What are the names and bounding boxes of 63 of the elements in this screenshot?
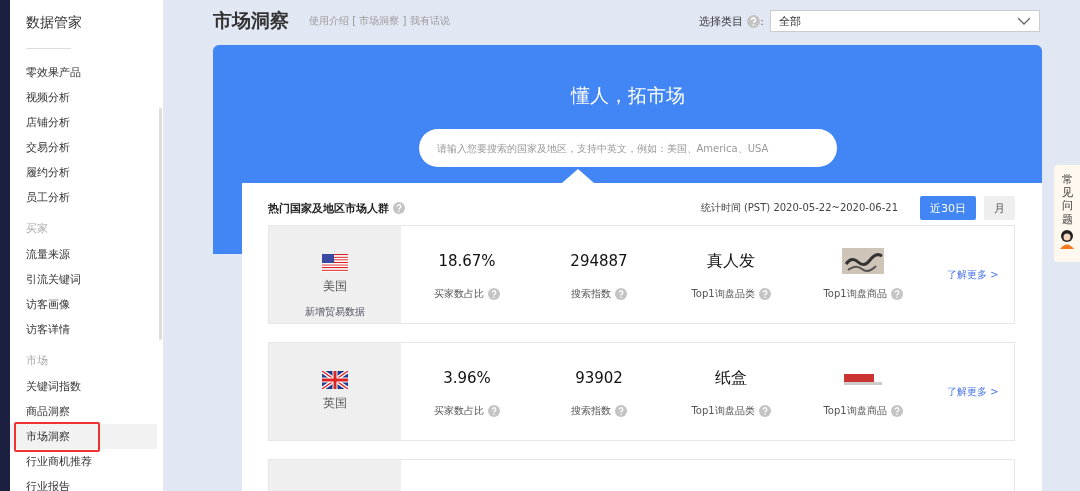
search-field[interactable]: 请输入您要搜索的国家及地区，支持中英文，例如：美国、America、USA <box>418 129 837 167</box>
metric-label: 买家数占比 <box>434 404 484 418</box>
category-value: 真人发 <box>707 250 755 272</box>
sidebar-heading: 市场 <box>25 353 49 369</box>
sidebar-item[interactable]: 行业报告 <box>10 474 157 491</box>
assistant-avatar-icon <box>1058 228 1076 249</box>
colon-text: : <box>760 14 764 28</box>
help-icon[interactable] <box>747 14 761 28</box>
trade-data-link[interactable]: 新增贸易数据 <box>305 305 365 319</box>
help-icon[interactable] <box>758 405 771 417</box>
sidebar-item[interactable]: 视频分析 <box>10 85 157 110</box>
period-text: 统计时间 (PST) 2020-05-22~2020-06-21 <box>700 201 898 215</box>
metric-value: 294887 <box>570 251 628 272</box>
metric-label: Top1询盘品类 <box>691 287 755 301</box>
sidebar-title: 数据管家 <box>25 14 83 32</box>
learn-more-link[interactable]: 了解更多 > <box>947 267 999 282</box>
metric-label: Top1询盘商品 <box>823 404 887 418</box>
sidebar-item[interactable]: 流量来源 <box>10 242 157 267</box>
product-thumbnail[interactable] <box>842 248 884 274</box>
sidebar-item[interactable]: 零效果产品 <box>10 60 157 85</box>
metric-value: 18.67% <box>438 251 496 272</box>
help-icon[interactable] <box>758 288 771 300</box>
sidebar-item[interactable]: 访客详情 <box>10 317 157 342</box>
banner-slogan: 懂人，拓市场 <box>570 83 685 108</box>
page-title: 市场洞察 <box>213 8 289 33</box>
metric-value: 3.96% <box>443 368 491 389</box>
sidebar-item[interactable]: 关键词指数 <box>10 374 157 399</box>
help-icon[interactable] <box>890 405 903 417</box>
metric-label: Top1询盘品类 <box>691 404 755 418</box>
card-title: 热门国家及地区市场人群 <box>268 200 389 216</box>
help-icon[interactable] <box>488 405 500 417</box>
metric-label: 搜索指数 <box>571 404 611 418</box>
category-dropdown[interactable]: 全部 <box>770 10 1040 32</box>
sidebar-heading: 买家 <box>25 221 49 237</box>
help-icon[interactable] <box>393 202 405 214</box>
sidebar-item[interactable]: 引流关键词 <box>10 267 157 292</box>
help-icon[interactable] <box>615 405 627 417</box>
country-name: 英国 <box>323 395 347 412</box>
sidebar-item[interactable]: 行业商机推荐 <box>10 449 157 474</box>
sidebar-item[interactable]: 市场洞察 <box>10 424 157 449</box>
faq-tab[interactable]: 常见问题 <box>1054 165 1080 262</box>
sidebar-item[interactable]: 履约分析 <box>10 160 157 185</box>
flag-icon <box>322 254 348 272</box>
sidebar-item[interactable]: 店铺分析 <box>10 110 157 135</box>
sidebar-item[interactable]: 交易分析 <box>10 135 157 160</box>
metric-value: 93902 <box>575 368 623 389</box>
sidebar-item[interactable]: 员工分析 <box>10 185 157 210</box>
category-label: 选择类目 <box>699 13 744 29</box>
help-icon[interactable] <box>488 288 500 300</box>
sidebar-item[interactable]: 商品洞察 <box>10 399 157 424</box>
help-icon[interactable] <box>615 288 627 300</box>
country-name: 美国 <box>323 278 347 295</box>
chevron-down-icon <box>1017 17 1031 25</box>
sidebar-item[interactable]: 访客画像 <box>10 292 157 317</box>
metric-label: 买家数占比 <box>434 287 484 301</box>
learn-more-link[interactable]: 了解更多 > <box>947 384 999 399</box>
metric-label: Top1询盘商品 <box>823 287 887 301</box>
range-tab[interactable]: 月 <box>984 196 1015 220</box>
category-value: 纸盒 <box>715 367 747 389</box>
help-icon[interactable] <box>890 288 903 300</box>
metric-label: 搜索指数 <box>571 287 611 301</box>
range-tab[interactable]: 近30日 <box>920 196 976 220</box>
flag-icon <box>322 371 348 389</box>
